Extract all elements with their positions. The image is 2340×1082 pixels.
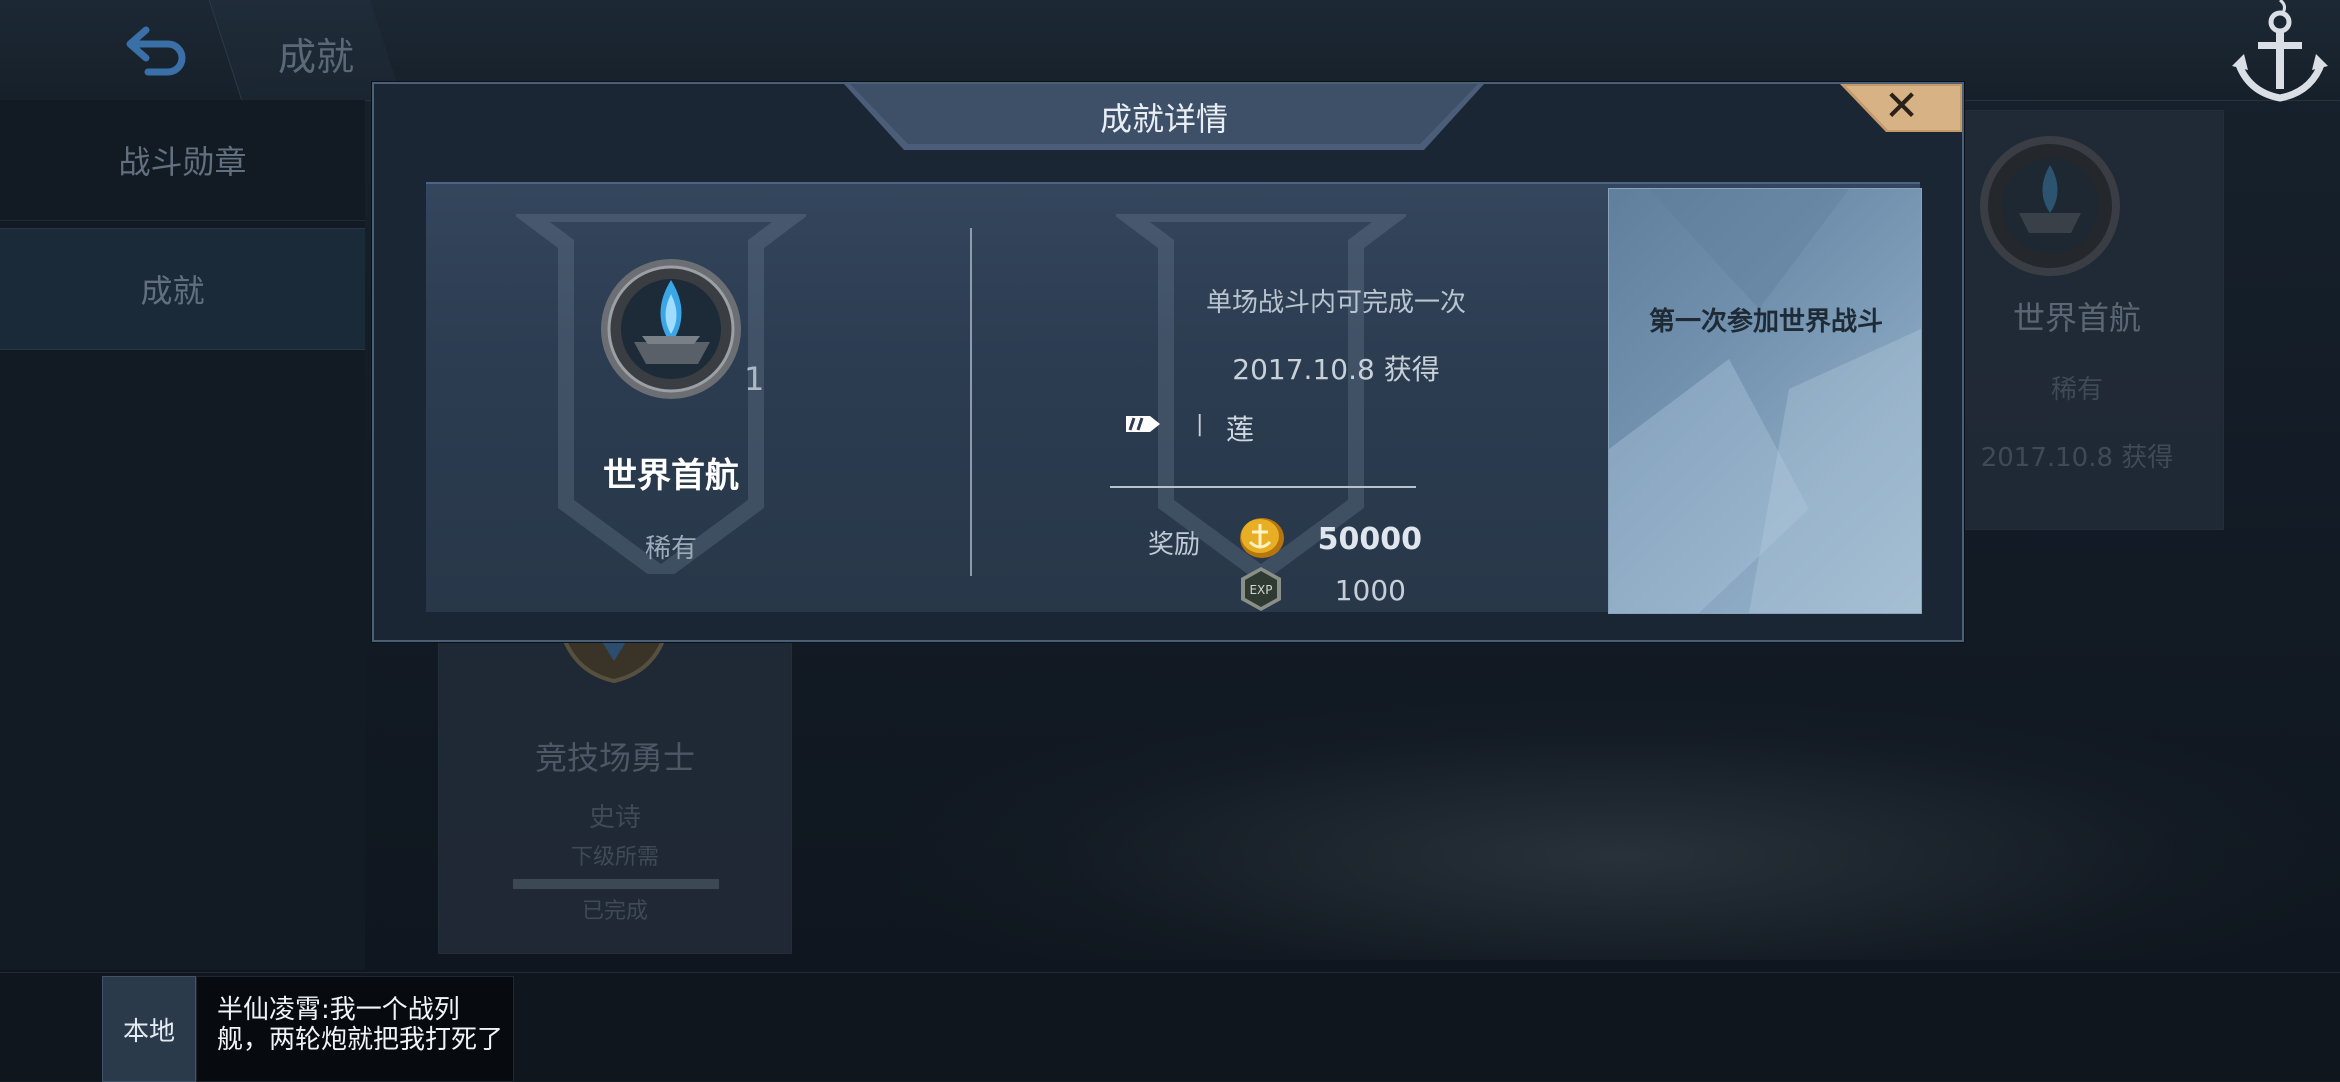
achievement-name: 世界首航 [2012,299,2141,337]
achievement-rarity: 稀有 [2050,375,2103,405]
achievement-rarity: 史诗 [588,803,641,833]
medal-name: 世界首航 [603,456,739,496]
coin-icon [1240,518,1284,558]
achievement-card-first-voyage[interactable]: 世界首航 稀有 2017.10.8 获得 [1930,110,2224,530]
back-icon[interactable] [122,20,192,80]
achievement-detail-dialog: 成就详情 ✕ 1 世界首航 稀有 单场战斗内可完成一次 2017.10.8 获得 [372,82,1964,642]
chat-channel-label: 本地 [122,1016,175,1047]
description-panel: 第一次参加世界战斗 [1608,188,1922,614]
horizontal-divider [1110,486,1416,488]
medal-icon [1980,136,2120,276]
medal-count: 1 [744,360,765,398]
medal-rarity: 稀有 [644,534,697,564]
achievement-date: 2017.10.8 获得 [1232,353,1440,386]
requirement-label: 下级所需 [570,845,659,870]
achievement-description: 第一次参加世界战斗 [1649,307,1884,337]
achievement-card-arena[interactable]: 竞技场勇士 史诗 下级所需 已完成 [438,620,792,954]
sidebar-item-achievements[interactable]: 成就 [0,228,365,350]
sidebar-item-label: 成就 [140,272,205,310]
chat-message: 半仙凌霄:我一个战列舰，两轮炮就把我打死了 [217,995,504,1055]
anchor-icon[interactable] [2228,0,2332,110]
vertical-divider [970,228,972,576]
sidebar-item-label: 战斗勋章 [118,143,247,181]
dialog-title: 成就详情 [1099,100,1228,138]
progress-bar [513,879,719,889]
sidebar-item-battle-medals[interactable]: 战斗勋章 [0,100,365,221]
background-ship-silhouette [900,700,2340,960]
exp-icon: EXP [1241,567,1281,611]
ship-class-icon [1126,416,1160,432]
exp-reward-value: 1000 [1334,574,1406,607]
chat-channel-button[interactable]: 本地 [102,976,196,1082]
coin-reward-value: 50000 [1317,522,1422,557]
dialog-content: 1 世界首航 稀有 单场战斗内可完成一次 2017.10.8 获得 | 莲 奖励… [426,182,1922,614]
status-text: 已完成 [581,899,648,924]
achievement-condition: 单场战斗内可完成一次 [1205,288,1466,318]
achievement-date: 2017.10.8 获得 [1980,443,2174,473]
page-title: 成就 [278,35,355,79]
svg-text:EXP: EXP [1249,583,1272,597]
close-icon[interactable]: ✕ [1884,82,1919,130]
achievement-name: 竞技场勇士 [534,739,695,777]
medal-icon [601,259,741,399]
description-background [1609,189,1921,613]
sidebar: 战斗勋章 成就 [0,100,365,970]
ship-name: 莲 [1226,413,1255,446]
reward-label: 奖励 [1148,530,1201,560]
chat-message-box[interactable]: 半仙凌霄:我一个战列舰，两轮炮就把我打死了 [196,976,514,1082]
ship-separator: | [1196,412,1204,437]
